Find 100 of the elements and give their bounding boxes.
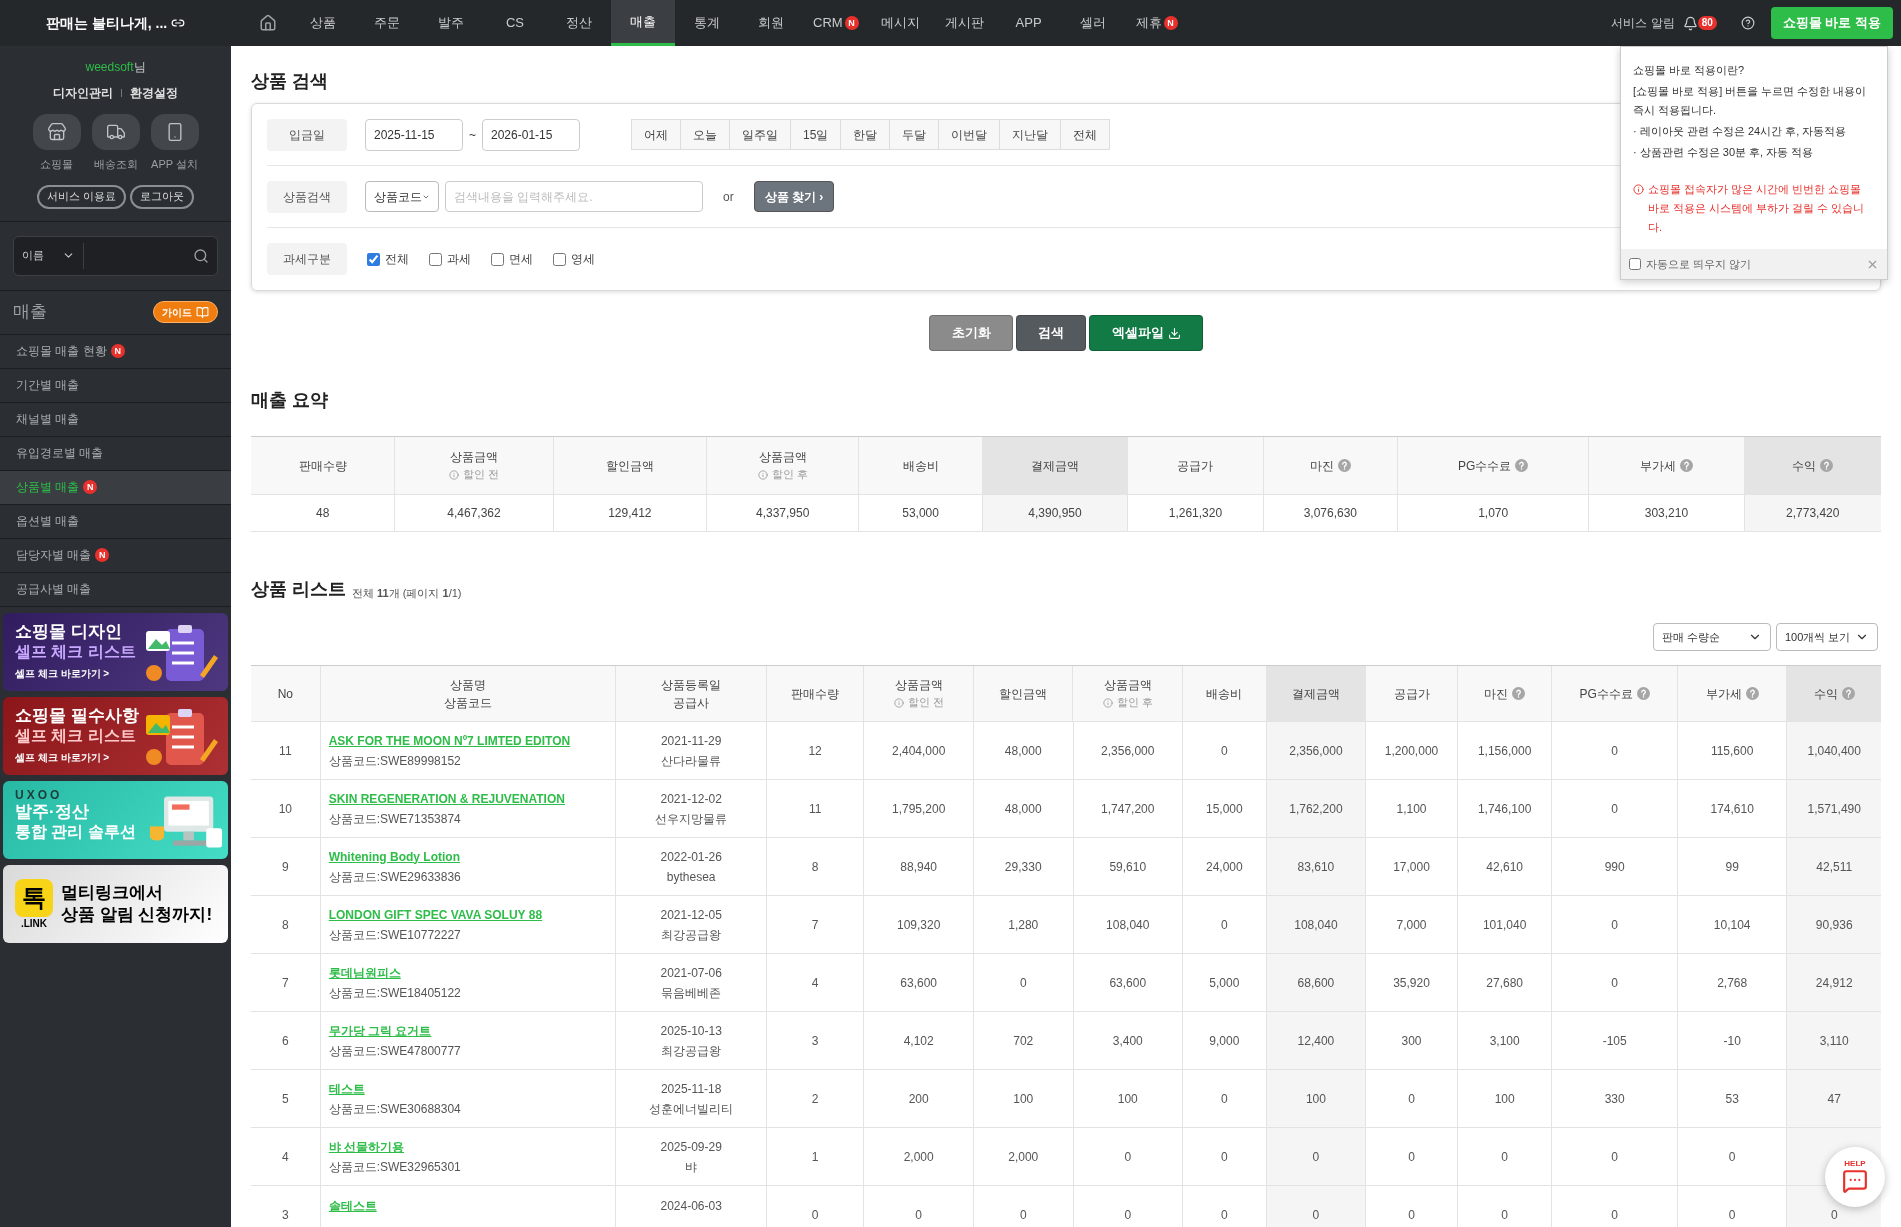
date-preset-button[interactable]: 일주일 [729,119,791,150]
sidebar-menu-item[interactable]: 쇼핑몰 매출 현황 N [0,334,231,369]
pill-button[interactable]: 서비스 이용료 [36,184,127,209]
tax-checkbox[interactable] [491,252,504,266]
product-code: 상품코드:SWE32965301 [328,1158,461,1176]
tax-checkbox[interactable] [429,252,442,266]
nav-tab[interactable]: 제휴 N [1124,0,1189,46]
brand-logo: UXOO [15,788,63,801]
column-header: PG수수료 [1457,457,1512,475]
quick-button[interactable] [150,114,199,150]
page-size-select[interactable]: 100개씩 보기 [1776,623,1878,651]
search-icon[interactable] [193,247,209,264]
tax-checkbox[interactable] [553,252,566,266]
help-icon[interactable] [1740,16,1755,30]
product-code: 상품코드:SWE89998152 [328,752,461,770]
start-date-field[interactable]: 2025-11-15 [365,118,463,151]
table-cell: 0 [1366,1128,1458,1185]
nav-tab[interactable]: 회원 [739,0,803,46]
nav-tab[interactable]: 매출 [611,0,675,46]
nav-tab[interactable]: CS [483,0,547,46]
bell-icon[interactable] [1682,15,1698,31]
nav-tab[interactable]: 메시지 [868,0,933,46]
popup-title: 쇼핑몰 바로 적용이란? [1633,63,1746,78]
new-badge: N [95,548,110,562]
tax-checkbox[interactable] [367,252,380,266]
sidebar-menu-item[interactable]: 옵션별 매출 [0,504,231,539]
column-header: PG수수료 [1579,685,1633,703]
page-title: 상품 검색 [251,70,328,93]
sidebar-link[interactable]: 디자인관리 [53,84,113,102]
home-icon[interactable] [259,14,277,32]
sidebar-menu-item[interactable]: 담당자별 매출 N [0,538,231,573]
banner-link[interactable]: 셀프 체크 바로가기 > [15,665,110,681]
date-preset-button[interactable]: 이번달 [938,119,1001,150]
date-preset-button[interactable]: 오늘 [680,119,730,150]
nav-tab[interactable]: APP [996,0,1061,46]
supplier-name: 뱌 [685,1158,698,1176]
sidebar-menu-item[interactable]: 유입경로별 매출 [0,436,231,471]
nav-tab[interactable]: 통계 [675,0,739,46]
nav-tab[interactable]: 셀러 [1060,0,1125,46]
sidebar-link[interactable]: 환경설정 [130,84,178,102]
date-preset-button[interactable]: 두달 [889,119,940,150]
date-preset-button[interactable]: 15일 [790,119,842,150]
table-cell: 4 [766,954,865,1011]
table-cell: 7 [766,896,865,953]
column-header: 공급가 [1393,685,1430,703]
row-number: 7 [282,974,289,992]
date-preset-button[interactable]: 전체 [1060,119,1111,150]
keyword-field[interactable]: 검색내용을 입력해주세요. [445,181,703,212]
quick-button[interactable] [91,114,140,150]
sort-select[interactable]: 판매 수량순 [1653,623,1771,651]
nav-tab[interactable]: 정산 [547,0,611,46]
nav-tab[interactable]: 상품 [291,0,355,46]
sidebar-menu-item[interactable]: 채널별 매출 [0,402,231,437]
list-count: 전체 11개 (페이지 1/1) [352,585,462,601]
table-cell: 1,280 [973,896,1074,953]
range-separator: ~ [469,126,476,144]
table-cell: 0 [1266,1186,1367,1227]
table-cell: 1,746,100 [1457,780,1553,837]
product-code: 상품코드:SWE30688304 [328,1100,461,1118]
section-title: 매출 요약 [251,389,328,412]
date-preset-button[interactable]: 어제 [631,119,681,150]
table-cell: 24,912 [1787,954,1881,1011]
search-type-select[interactable]: 상품코드 [365,181,439,212]
sidebar-menu-item[interactable]: 상품별 매출 N [0,470,231,505]
banner-link[interactable]: 셀프 체크 바로가기 > [15,749,110,765]
action-button[interactable]: 엑셀파일 [1089,315,1203,351]
quick-button[interactable] [32,114,81,150]
date-preset-button[interactable]: 한달 [840,119,891,150]
action-button[interactable]: 검색 [1016,315,1086,351]
info-icon [449,469,459,480]
column-header: 결제금액 [1291,685,1340,703]
promo-banner[interactable]: UXOO 발주·정산 통합 관리 솔루션 [3,780,228,859]
download-icon [1167,326,1181,340]
table-cell: 1,100 [1366,780,1458,837]
nav-tab[interactable]: CRM N [803,0,869,46]
info-icon [893,697,904,708]
end-date-field[interactable]: 2026-01-15 [482,118,580,151]
nav-tab[interactable]: 게시판 [932,0,997,46]
table-cell: 35,920 [1366,954,1458,1011]
chat-icon [1842,1168,1868,1194]
popup-warning: 쇼핑몰 접속자가 많은 시간에 빈번한 쇼핑몰 바로 적용은 시스템에 부하가 걸릴 수 있습니다. [1633,180,1875,237]
nav-tab[interactable]: 발주 [419,0,483,46]
sidebar-menu-item[interactable]: 공급사별 매출 [0,572,231,607]
pill-button[interactable]: 로그아웃 [130,184,195,209]
banner-subtitle: 셀프 체크 리스트 [15,641,136,662]
promo-banner[interactable]: 쇼핑몰 필수사항 셀프 체크 리스트 셀프 체크 바로가기 > [3,696,228,775]
nav-tab[interactable]: 주문 [355,0,419,46]
registered-date: 2025-10-13 [660,1022,722,1040]
no-auto-checkbox[interactable] [1629,258,1641,270]
supplier-name: 선우지망물류 [655,810,728,828]
registered-date: 2021-12-02 [660,790,722,808]
table-cell: 1,795,200 [864,780,974,837]
date-preset-button[interactable]: 지난달 [999,119,1062,150]
row-number: 4 [282,1148,289,1166]
sidebar-search-field[interactable]: 이름 [13,235,218,276]
find-product-button[interactable]: 상품 찾기 › [753,181,835,212]
promo-banner[interactable]: 쇼핑몰 디자인 셀프 체크 리스트 셀프 체크 바로가기 > [3,612,228,691]
service-alert-link[interactable]: 서비스 알림 [1611,14,1675,32]
supplier-name: 성훈에너빌리티 [649,1100,734,1118]
sidebar-menu-item[interactable]: 기간별 매출 [0,368,231,403]
